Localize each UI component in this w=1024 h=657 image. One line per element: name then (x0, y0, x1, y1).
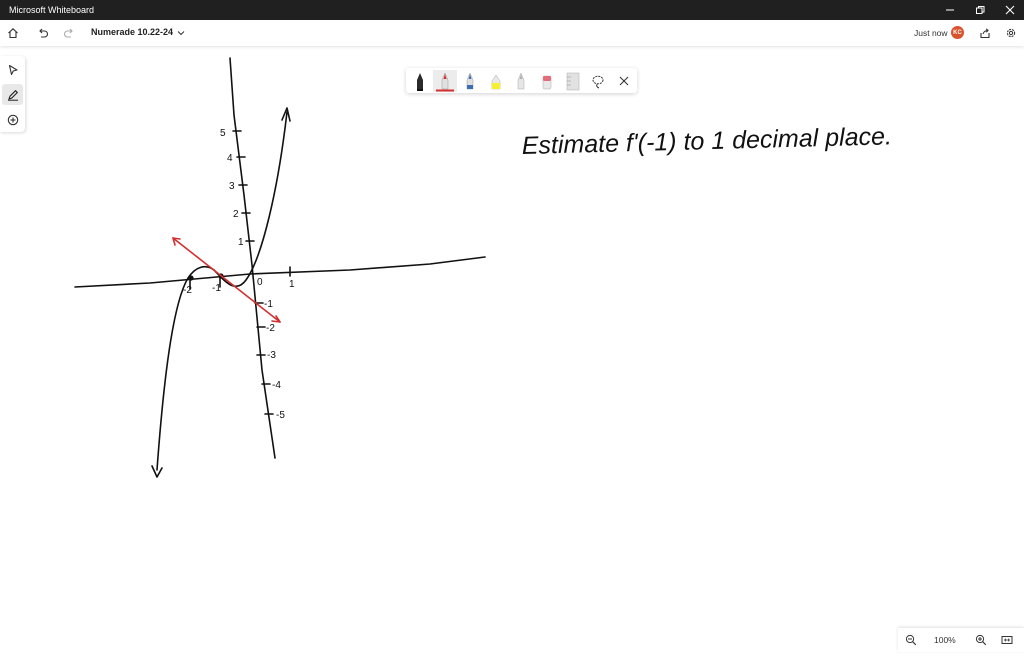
eraser-button[interactable] (535, 70, 559, 92)
x-tick-label: -2 (183, 285, 192, 296)
ink-layer: -2 -1 0 1 5 4 3 2 1 -1 -2 -3 -4 -5 Estim… (74, 57, 892, 478)
y-tick-label: 4 (227, 153, 233, 164)
y-tick-label: 2 (233, 209, 239, 220)
avatar[interactable]: KC (951, 26, 964, 39)
board-menu-button[interactable] (171, 20, 191, 46)
y-tick-label: -1 (264, 299, 273, 310)
highlighter-icon (491, 74, 501, 90)
eraser-icon (542, 75, 552, 90)
board-title[interactable]: Numerade 10.22-24 (91, 27, 173, 37)
x-tick-label: 0 (257, 277, 263, 288)
restore-icon (976, 6, 985, 14)
fit-to-screen-icon (1001, 636, 1013, 644)
x-axis (74, 256, 486, 288)
app-toolbar: Numerade 10.22-24 Just now KC (0, 20, 1024, 46)
x-tick-label: 1 (289, 279, 295, 290)
settings-button[interactable] (999, 20, 1023, 46)
black-pen-button[interactable] (408, 70, 432, 92)
y-tick-label: 3 (229, 181, 235, 192)
ruler-button[interactable] (561, 70, 585, 92)
select-tool-button[interactable] (2, 59, 23, 80)
whiteboard-canvas[interactable]: -2 -1 0 1 5 4 3 2 1 -1 -2 -3 -4 -5 Estim… (0, 46, 1024, 652)
window-titlebar: Microsoft Whiteboard (0, 0, 1024, 20)
undo-icon (39, 28, 48, 38)
lasso-icon (592, 75, 604, 89)
minimize-button[interactable] (935, 0, 965, 20)
ruler-icon (566, 72, 580, 91)
function-curve (156, 111, 288, 471)
close-button[interactable] (995, 0, 1024, 20)
add-content-button[interactable] (2, 109, 23, 130)
close-icon (1005, 5, 1015, 15)
lasso-button[interactable] (586, 70, 610, 92)
inking-tool-button[interactable] (2, 84, 23, 105)
yellow-highlighter-button[interactable] (484, 70, 508, 92)
blue-pen-button[interactable] (458, 70, 482, 92)
close-pen-tray-button[interactable] (612, 70, 636, 92)
fit-to-screen-button[interactable] (997, 630, 1017, 650)
close-icon (619, 76, 629, 86)
gray-pen-button[interactable] (509, 70, 533, 92)
zoom-in-icon (975, 634, 987, 646)
plus-circle-icon (7, 114, 18, 125)
zoom-out-icon (905, 634, 917, 646)
left-tool-rail (0, 56, 25, 132)
save-status: Just now (914, 28, 948, 38)
redo-button[interactable] (57, 20, 81, 46)
x-tick-label: -1 (212, 283, 221, 294)
redo-icon (64, 28, 73, 38)
chevron-down-icon (177, 31, 185, 36)
pen-icon (7, 89, 18, 101)
y-tick-label: -2 (266, 323, 275, 334)
y-tick-label: 1 (238, 237, 244, 248)
red-pen-icon (436, 72, 454, 92)
zoom-out-button[interactable] (901, 630, 921, 650)
share-icon (980, 28, 990, 39)
zoom-level[interactable]: 100% (934, 635, 956, 645)
gray-pen-icon (517, 72, 525, 90)
pointer-icon (8, 64, 18, 75)
gear-icon (1006, 28, 1016, 38)
y-tick-label: -5 (276, 410, 285, 421)
window-title: Microsoft Whiteboard (9, 5, 95, 15)
pen-tray (406, 68, 637, 93)
zoom-in-button[interactable] (971, 630, 991, 650)
y-tick-label: -4 (272, 380, 281, 391)
restore-button[interactable] (965, 0, 995, 20)
undo-button[interactable] (31, 20, 55, 46)
y-axis (229, 57, 276, 459)
curve-point (188, 275, 194, 281)
black-pen-icon (417, 73, 423, 91)
blue-pen-icon (466, 72, 474, 90)
zoom-bar: 100% (898, 628, 1024, 652)
handwritten-prompt: Estimate f'(-1) to 1 decimal place. (521, 122, 892, 160)
minimize-icon (946, 9, 954, 11)
share-button[interactable] (973, 20, 997, 46)
home-button[interactable] (1, 20, 25, 46)
y-tick-label: 5 (220, 128, 226, 139)
red-pen-button[interactable] (433, 70, 457, 92)
y-tick-label: -3 (267, 350, 276, 361)
home-icon (8, 28, 18, 39)
